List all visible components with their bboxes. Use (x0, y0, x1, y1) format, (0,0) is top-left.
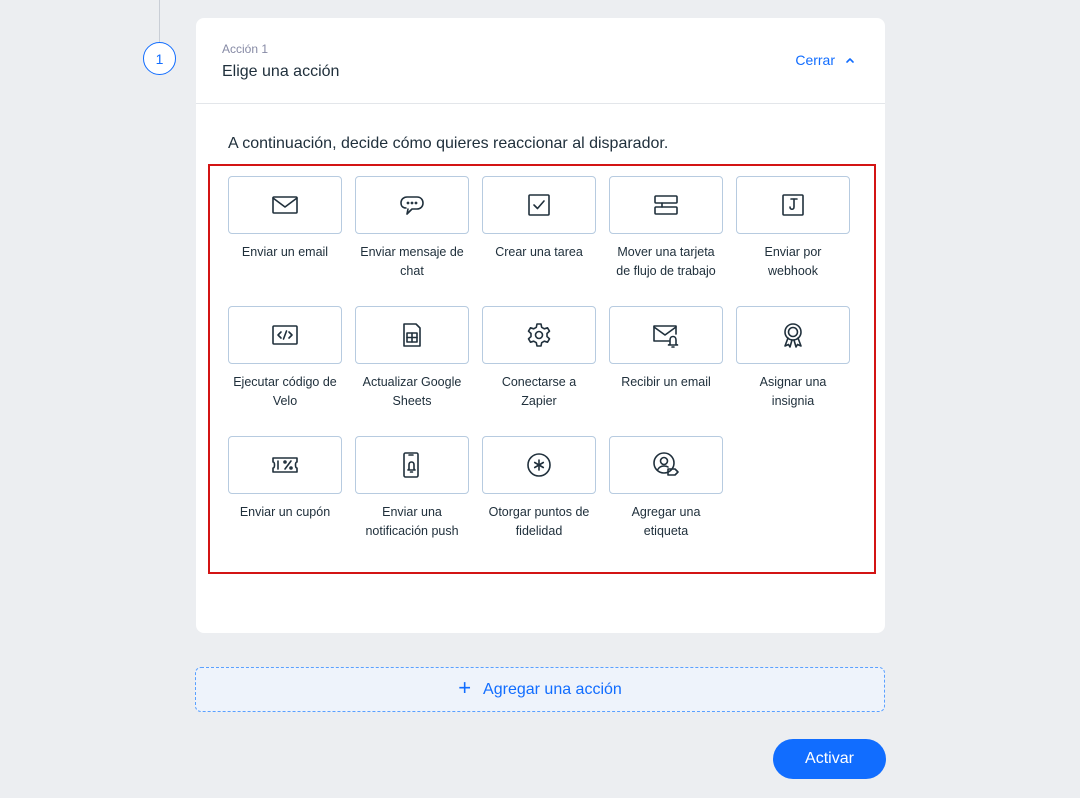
action-tile-label: Enviar por webhook (764, 245, 822, 278)
webhook-icon (782, 194, 804, 216)
badge-icon (784, 323, 802, 348)
action-tile-label: Conectarse a Zapier (501, 375, 577, 408)
step-label: Acción 1 (222, 42, 269, 56)
code-icon (272, 325, 298, 345)
action-tile-insignia[interactable]: Asignar una insignia (736, 306, 850, 436)
coupon-icon (272, 457, 298, 473)
action-tile-label: Enviar un email (241, 245, 329, 259)
action-tile-label: Recibir un email (621, 375, 711, 389)
intro-text: A continuación, decide cómo quieres reac… (228, 135, 669, 152)
action-tile-label: Agregar una etiqueta (631, 505, 701, 538)
action-tile-notificacion-push[interactable]: Enviar una notificación push (355, 436, 469, 566)
action-tile-cupon[interactable]: Enviar un cupón (228, 436, 342, 566)
phone-bell-icon (403, 452, 419, 478)
card-header: Acción 1 Elige una acción Cerrar (196, 18, 885, 104)
add-action-label: Agregar una acción (483, 680, 622, 698)
action-tile-label: Ejecutar código de Velo (233, 375, 337, 408)
action-tile-label: Enviar una notificación push (365, 505, 459, 538)
action-tile-label: Mover una tarjeta de flujo de trabajo (616, 245, 716, 278)
action-tile-label: Asignar una insignia (759, 375, 827, 408)
action-tile-label: Actualizar Google Sheets (362, 375, 462, 408)
action-tile-enviar-email[interactable]: Enviar un email (228, 176, 342, 306)
step-number-badge: 1 (143, 42, 176, 75)
chevron-up-icon (846, 58, 854, 63)
spreadsheet-icon (403, 323, 421, 347)
timeline-line (159, 0, 160, 42)
action-tile-webhook[interactable]: Enviar por webhook (736, 176, 850, 306)
action-tile-enviar-chat[interactable]: Enviar mensaje de chat (355, 176, 469, 306)
action-tile-label: Enviar un cupón (239, 505, 331, 519)
email-icon (272, 196, 298, 214)
action-tile-zapier[interactable]: Conectarse a Zapier (482, 306, 596, 436)
close-button[interactable]: Cerrar (795, 52, 855, 68)
chat-bubble-icon (400, 196, 424, 215)
action-grid: Enviar un email Enviar mensaje de chat C… (228, 176, 858, 566)
workflow-card-icon (654, 195, 678, 215)
action-tile-puntos-fidelidad[interactable]: Otorgar puntos de fidelidad (482, 436, 596, 566)
close-button-label: Cerrar (795, 52, 835, 68)
action-tile-google-sheets[interactable]: Actualizar Google Sheets (355, 306, 469, 436)
action-card: Acción 1 Elige una acción Cerrar A conti… (196, 18, 885, 633)
action-tile-mover-tarjeta[interactable]: Mover una tarjeta de flujo de trabajo (609, 176, 723, 306)
action-tile-label: Otorgar puntos de fidelidad (488, 505, 590, 538)
action-tile-crear-tarea[interactable]: Crear una tarea (482, 176, 596, 306)
activate-button[interactable]: Activar (773, 739, 886, 779)
email-bell-icon (653, 325, 679, 348)
action-tile-etiqueta[interactable]: Agregar una etiqueta (609, 436, 723, 566)
plus-icon: + (458, 675, 472, 700)
add-action-button[interactable]: + Agregar una acción (195, 667, 885, 712)
user-tag-icon (653, 452, 679, 476)
action-tile-velo-code[interactable]: Ejecutar código de Velo (228, 306, 342, 436)
action-tile-recibir-email[interactable]: Recibir un email (609, 306, 723, 436)
action-tile-label: Crear una tarea (495, 245, 583, 259)
loyalty-points-icon (527, 453, 551, 477)
checkbox-icon (528, 194, 550, 216)
action-tile-label: Enviar mensaje de chat (360, 245, 464, 278)
step-title: Elige una acción (222, 63, 340, 80)
gear-icon (527, 323, 551, 347)
